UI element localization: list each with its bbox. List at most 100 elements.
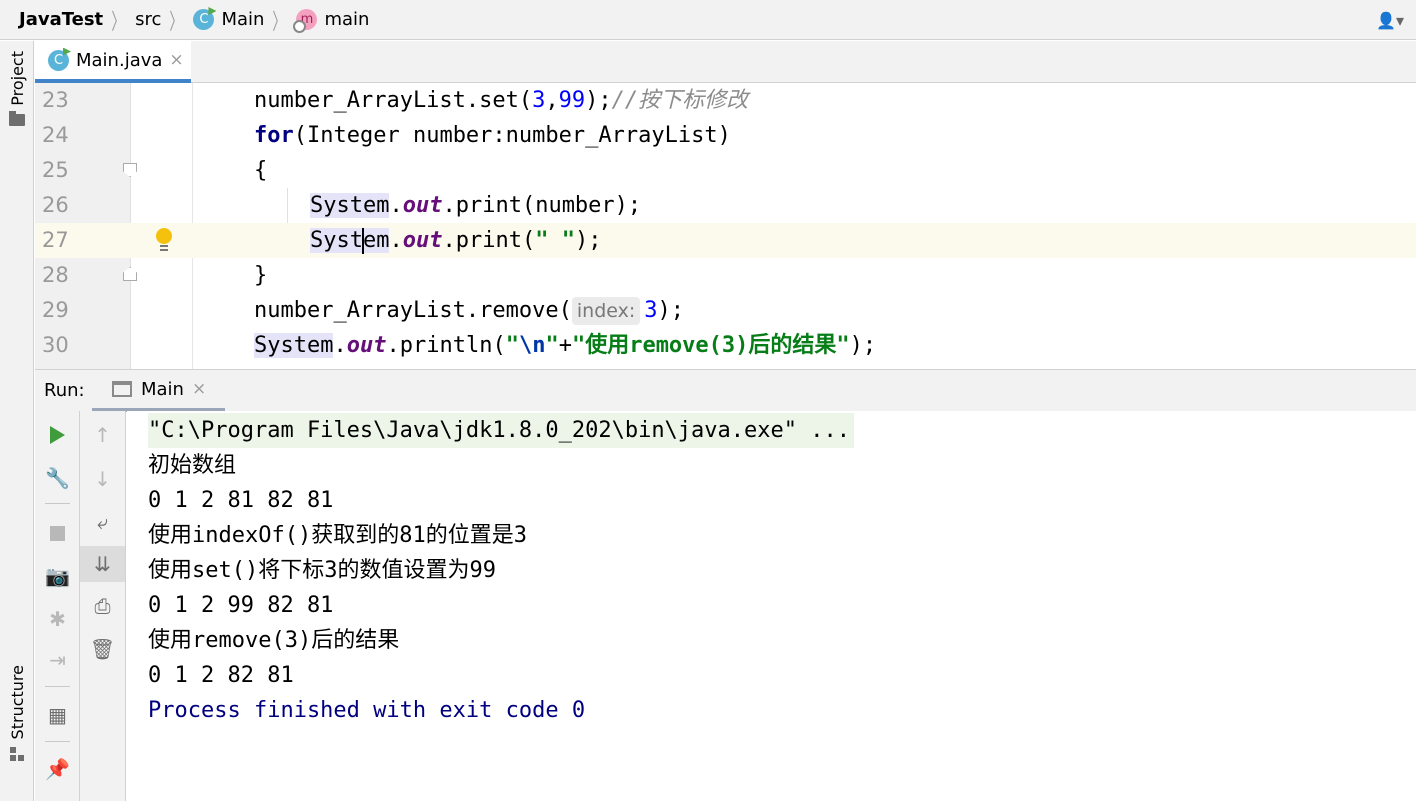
project-tool-label: Project (7, 51, 27, 106)
structure-tool-tab[interactable]: Structure (0, 665, 34, 762)
code-comment: //按下标修改 (611, 88, 749, 113)
console-line: 使用remove(3)后的结果 (148, 628, 400, 653)
breadcrumb-project-label: JavaTest (19, 9, 104, 30)
soft-wrap-button[interactable]: ⤶ (80, 504, 125, 540)
project-tool-tab[interactable]: Project (0, 51, 34, 126)
parameter-hint: index: (571, 297, 641, 325)
code-text: System.out.println("\n"+"使用remove(3)后的结果… (254, 333, 877, 358)
code-text: number_ArrayList.remove(index: 3); (254, 297, 685, 325)
stop-button[interactable] (35, 515, 80, 551)
breadcrumb-src[interactable]: src (135, 0, 161, 40)
structure-icon (10, 747, 24, 762)
console-line: 0 1 2 81 82 81 (148, 488, 334, 513)
scroll-down-button[interactable]: ↓ (80, 461, 125, 497)
chevron-down-icon: ▾ (1395, 10, 1404, 30)
code-line-25: 25 { (35, 153, 1416, 188)
method-icon: m (293, 9, 318, 33)
run-tab-main[interactable]: Main × (92, 370, 225, 412)
chevron-right-icon: 〉 (272, 9, 287, 35)
breadcrumb-method-label: main (324, 9, 370, 30)
camera-icon: 📷 (45, 564, 70, 588)
console-line-exit: Process finished with exit code 0 (148, 698, 586, 723)
scroll-end-icon: ⇊ (94, 552, 111, 576)
code-editor[interactable]: 23 number_ArrayList.set(3,99);//按下标修改 24… (35, 83, 1416, 369)
arrow-up-icon: ↑ (94, 423, 111, 447)
exit-button[interactable]: ⇥ (35, 642, 80, 678)
fold-marker-icon[interactable] (123, 267, 137, 281)
layout-button[interactable]: ▦ (35, 697, 80, 733)
breadcrumb-class[interactable]: C Main (193, 0, 264, 40)
line-number: 29 (42, 298, 69, 322)
print-button[interactable]: ⎙ (80, 588, 125, 624)
editor-tab-bar: C Main.java × (35, 41, 1416, 83)
trash-icon: 🗑 (89, 637, 116, 661)
structure-tool-label: Structure (7, 665, 27, 740)
breadcrumb-method[interactable]: m main (293, 0, 370, 40)
run-toolbar-primary: 🔧 📷 ✱ ⇥ ▦ 📌 (35, 411, 80, 801)
java-class-icon: C (48, 49, 69, 71)
tab-main-java-label: Main.java (76, 49, 163, 71)
console-line: 使用set()将下标3的数值设置为99 (148, 558, 496, 583)
debug-button[interactable]: ✱ (35, 601, 80, 637)
line-number: 28 (42, 263, 69, 287)
dump-threads-button[interactable]: 📷 (35, 558, 80, 594)
bug-icon: ✱ (49, 607, 66, 631)
code-line-23: 23 number_ArrayList.set(3,99);//按下标修改 (35, 83, 1416, 118)
folder-icon (9, 110, 25, 126)
console-line: 0 1 2 99 82 81 (148, 593, 334, 618)
pin-icon: 📌 (45, 757, 70, 781)
breadcrumb: JavaTest 〉 src 〉 C Main 〉 m main 👤 ▾ (0, 0, 1416, 40)
line-number: 23 (42, 88, 69, 112)
lightbulb-icon[interactable] (155, 228, 173, 252)
scroll-up-button[interactable]: ↑ (80, 417, 125, 453)
console-icon (112, 381, 132, 397)
code-text: System.out.print(" "); (310, 228, 602, 254)
layout-icon: ▦ (48, 703, 67, 727)
code-line-26: 26 System.out.print(number); (35, 188, 1416, 223)
code-line-27-current: 27 System.out.print(" "); (35, 223, 1416, 258)
run-toolbar-secondary: ↑ ↓ ⤶ ⇊ ⎙ 🗑 (80, 411, 126, 801)
arrow-down-icon: ↓ (94, 467, 111, 491)
console-output[interactable]: "C:\Program Files\Java\jdk1.8.0_202\bin\… (127, 411, 1416, 801)
tab-main-java[interactable]: C Main.java × (35, 41, 191, 83)
chevron-right-icon: 〉 (111, 9, 125, 35)
toolbar-separator (45, 503, 70, 504)
breadcrumb-class-label: Main (221, 9, 265, 30)
code-text: } (254, 263, 268, 288)
code-line-30: 30 System.out.println("\n"+"使用remove(3)后… (35, 328, 1416, 363)
run-panel-label: Run: (44, 380, 85, 401)
java-class-icon: C (193, 9, 215, 30)
toolbar-separator (45, 741, 70, 742)
wrench-icon: 🔧 (45, 466, 70, 490)
console-line: 0 1 2 82 81 (148, 663, 294, 688)
rerun-button[interactable] (35, 417, 80, 453)
breadcrumb-project[interactable]: JavaTest (0, 0, 103, 40)
run-tab-label: Main (141, 378, 184, 400)
breadcrumb-src-label: src (135, 9, 162, 30)
close-icon[interactable]: × (169, 50, 183, 70)
toolbar-separator (45, 686, 70, 687)
line-number: 25 (42, 158, 69, 182)
code-line-29: 29 number_ArrayList.remove(index: 3); (35, 293, 1416, 328)
print-icon: ⎙ (94, 594, 111, 618)
left-tool-strip: Project Structure (0, 41, 34, 801)
pin-tab-button[interactable]: 📌 (35, 751, 80, 787)
code-text: System.out.print(number); (310, 193, 642, 218)
run-panel-header: Run: Main × (35, 369, 1416, 412)
user-menu-button[interactable]: 👤 ▾ (1376, 8, 1404, 32)
fold-marker-icon[interactable] (123, 163, 137, 177)
user-icon: 👤 (1376, 10, 1396, 30)
line-number: 24 (42, 123, 69, 147)
console-line: 初始数组 (148, 453, 237, 478)
scroll-to-end-button[interactable]: ⇊ (80, 546, 125, 582)
code-text: for(Integer number:number_ArrayList) (254, 123, 731, 148)
wrap-icon: ⤶ (96, 510, 109, 534)
clear-all-button[interactable]: 🗑 (80, 631, 125, 667)
stop-icon (50, 525, 65, 541)
edit-config-button[interactable]: 🔧 (35, 460, 80, 496)
code-text: { (254, 158, 268, 183)
line-number: 27 (42, 228, 69, 252)
code-line-24: 24 for(Integer number:number_ArrayList) (35, 118, 1416, 153)
close-icon[interactable]: × (192, 379, 206, 399)
console-line-command: "C:\Program Files\Java\jdk1.8.0_202\bin\… (148, 413, 854, 448)
